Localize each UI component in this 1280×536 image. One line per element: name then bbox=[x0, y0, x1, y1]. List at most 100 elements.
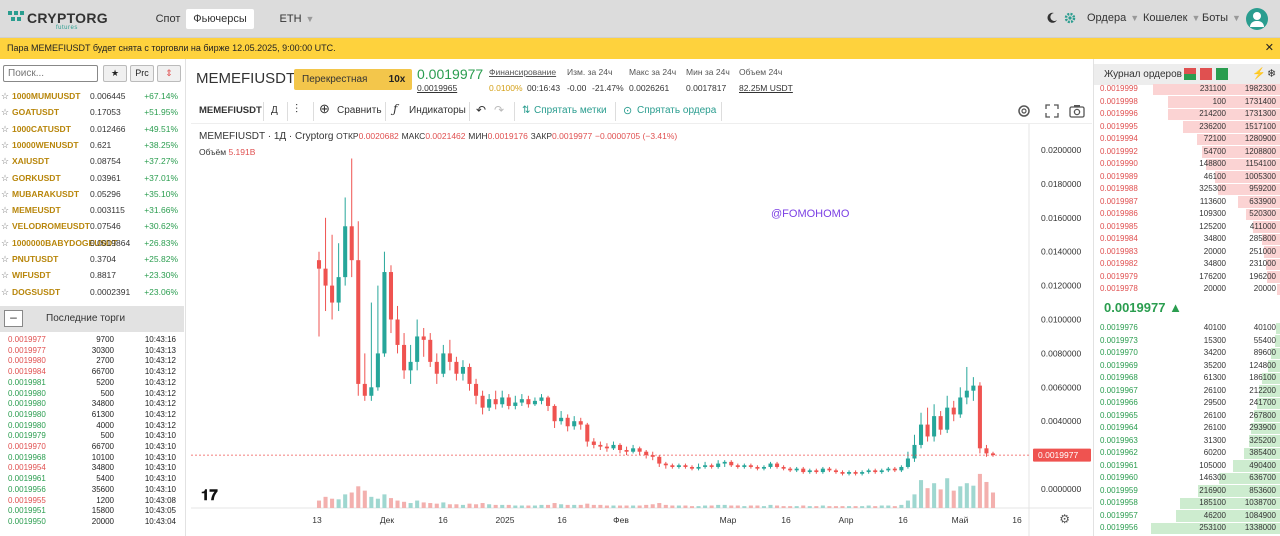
redo-icon[interactable]: ↷ bbox=[494, 103, 504, 117]
bid-row[interactable]: 0.0019966 29500 241700 bbox=[1094, 397, 1280, 410]
ask-row[interactable]: 0.0019990 148800 1154100 bbox=[1094, 158, 1280, 171]
bid-row[interactable]: 0.0019960 146300 636700 bbox=[1094, 472, 1280, 485]
ask-row[interactable]: 0.0019982 34800 231000 bbox=[1094, 258, 1280, 271]
book-sum: 411000 bbox=[1249, 221, 1276, 231]
brand-logo[interactable]: CRYPTORG futures bbox=[8, 8, 128, 31]
star-icon[interactable]: ☆ bbox=[1, 121, 9, 137]
ask-row[interactable]: 0.0019992 54700 1208800 bbox=[1094, 146, 1280, 159]
interval-button[interactable]: Д bbox=[271, 105, 278, 116]
star-icon[interactable]: ☆ bbox=[1, 104, 9, 120]
star-icon[interactable]: ☆ bbox=[1, 88, 9, 104]
nav-futures[interactable]: Фьючерсы bbox=[186, 9, 254, 29]
star-icon[interactable]: ☆ bbox=[1, 137, 9, 153]
bid-row[interactable]: 0.0019973 15300 55400 bbox=[1094, 335, 1280, 348]
close-icon[interactable]: ✕ bbox=[1265, 38, 1274, 59]
bid-row[interactable]: 0.0019976 40100 40100 bbox=[1094, 322, 1280, 335]
hide-marks-button[interactable]: Спрятать метки bbox=[534, 105, 607, 116]
ask-row[interactable]: 0.0019979 176200 196200 bbox=[1094, 271, 1280, 284]
ask-row[interactable]: 0.0019998 100 1731400 bbox=[1094, 96, 1280, 109]
candle-body bbox=[951, 407, 956, 415]
nav-orders[interactable]: Ордера ▼ bbox=[1087, 12, 1139, 24]
undo-icon[interactable]: ↶ bbox=[476, 103, 486, 117]
axis-settings-icon[interactable]: ⚙ bbox=[1059, 512, 1070, 526]
star-icon[interactable]: ☆ bbox=[1, 202, 9, 218]
market-row[interactable]: ☆ 10000WENUSDT 0.621 +38.25% bbox=[0, 137, 184, 153]
bid-row[interactable]: 0.0019965 26100 267800 bbox=[1094, 410, 1280, 423]
star-icon[interactable]: ☆ bbox=[1, 267, 9, 283]
market-row[interactable]: ☆ GOATUSDT 0.17053 +51.95% bbox=[0, 104, 184, 120]
bid-row[interactable]: 0.0019959 216900 853600 bbox=[1094, 485, 1280, 498]
compare-button[interactable]: Сравнить bbox=[337, 105, 382, 116]
camera-icon[interactable] bbox=[1069, 104, 1085, 118]
ask-row[interactable]: 0.0019996 214200 1731300 bbox=[1094, 108, 1280, 121]
ask-row[interactable]: 0.0019987 113600 633900 bbox=[1094, 196, 1280, 209]
chart-settings-icon[interactable] bbox=[1017, 104, 1031, 118]
bid-row[interactable]: 0.0019961 105000 490400 bbox=[1094, 460, 1280, 473]
bid-row[interactable]: 0.0019970 34200 89600 bbox=[1094, 347, 1280, 360]
market-row[interactable]: ☆ VELODROMEUSDT 0.07546 +30.62% bbox=[0, 218, 184, 234]
chart-canvas[interactable]: 0.0200000 0.0180000 0.0160000 0.0140000 0.01… bbox=[191, 124, 1092, 536]
book-view-toggle-icon[interactable] bbox=[1184, 68, 1228, 80]
market-row[interactable]: ☆ GORKUSDT 0.03961 +37.01% bbox=[0, 170, 184, 186]
indicators-button[interactable]: Индикаторы bbox=[409, 105, 466, 116]
ask-row[interactable]: 0.0019984 34800 285800 bbox=[1094, 233, 1280, 246]
market-row[interactable]: ☆ DOGSUSDT 0.0002391 +23.06% bbox=[0, 284, 184, 300]
market-row[interactable]: ☆ XAIUSDT 0.08754 +37.27% bbox=[0, 153, 184, 169]
candle-style-icon[interactable]: ⫶ bbox=[295, 102, 298, 117]
pair-title[interactable]: MEMEFIUSDT bbox=[196, 70, 295, 87]
bid-row[interactable]: 0.0019964 26100 293900 bbox=[1094, 422, 1280, 435]
market-row[interactable]: ☆ 1000CATUSDT 0.012466 +49.51% bbox=[0, 121, 184, 137]
nav-coin-select[interactable]: ETH ▼ bbox=[276, 9, 318, 29]
star-icon[interactable]: ☆ bbox=[1, 235, 9, 251]
leverage-button[interactable]: 10x bbox=[382, 69, 412, 90]
ask-row[interactable]: 0.0019999 231100 1982300 bbox=[1094, 83, 1280, 96]
sort-button[interactable]: ⇕ bbox=[157, 65, 181, 82]
market-row[interactable]: ☆ MUBARAKUSDT 0.05296 +35.10% bbox=[0, 186, 184, 202]
ask-row[interactable]: 0.0019995 236200 1517100 bbox=[1094, 121, 1280, 134]
bid-row[interactable]: 0.0019957 46200 1084900 bbox=[1094, 510, 1280, 523]
nav-spot[interactable]: Спот bbox=[150, 9, 186, 29]
market-row[interactable]: ☆ 1000MUMUUSDT 0.006445 +67.14% bbox=[0, 88, 184, 104]
market-row[interactable]: ☆ MEMEUSDT 0.003115 +31.66% bbox=[0, 202, 184, 218]
fullscreen-icon[interactable] bbox=[1045, 104, 1059, 118]
ask-row[interactable]: 0.0019986 109300 520300 bbox=[1094, 208, 1280, 221]
bid-row[interactable]: 0.0019958 185100 1038700 bbox=[1094, 497, 1280, 510]
tradingview-logo[interactable]: 𝟏𝟕 bbox=[201, 487, 218, 504]
favorites-filter-button[interactable]: ★ bbox=[103, 65, 127, 82]
avatar[interactable] bbox=[1246, 8, 1268, 30]
ask-row[interactable]: 0.0019983 20000 251000 bbox=[1094, 246, 1280, 259]
volume-bar bbox=[624, 505, 629, 508]
gear-icon[interactable] bbox=[1064, 12, 1076, 24]
market-row[interactable]: ☆ 1000000BABYDOGEUSDT 0.0019864 +26.83% bbox=[0, 235, 184, 251]
nav-bots[interactable]: Боты ▼ bbox=[1202, 12, 1241, 24]
ask-row[interactable]: 0.0019978 20000 20000 bbox=[1094, 283, 1280, 296]
bid-row[interactable]: 0.0019969 35200 124800 bbox=[1094, 360, 1280, 373]
star-icon[interactable]: ☆ bbox=[1, 251, 9, 267]
market-row[interactable]: ☆ WIFUSDT 0.8817 +23.30% bbox=[0, 267, 184, 283]
bid-row[interactable]: 0.0019956 253100 1338000 bbox=[1094, 522, 1280, 535]
bid-row[interactable]: 0.0019963 31300 325200 bbox=[1094, 435, 1280, 448]
moon-icon[interactable] bbox=[1046, 12, 1058, 24]
bid-row[interactable]: 0.0019962 60200 385400 bbox=[1094, 447, 1280, 460]
ask-row[interactable]: 0.0019989 46100 1005300 bbox=[1094, 171, 1280, 184]
star-icon[interactable]: ☆ bbox=[1, 218, 9, 234]
hide-orders-button[interactable]: Спрятать ордера bbox=[637, 105, 716, 116]
star-icon[interactable]: ☆ bbox=[1, 170, 9, 186]
star-icon[interactable]: ☆ bbox=[1, 284, 9, 300]
star-icon[interactable]: ☆ bbox=[1, 153, 9, 169]
symbol-search-button[interactable]: MEMEFIUSDT bbox=[199, 105, 262, 116]
price-filter-button[interactable]: Prc bbox=[130, 65, 154, 82]
ask-row[interactable]: 0.0019988 325300 959200 bbox=[1094, 183, 1280, 196]
nav-wallet[interactable]: Кошелек ▼ bbox=[1143, 12, 1200, 24]
bid-row[interactable]: 0.0019968 61300 186100 bbox=[1094, 372, 1280, 385]
collapse-button[interactable]: – bbox=[4, 310, 23, 327]
ask-row[interactable]: 0.0019985 125200 411000 bbox=[1094, 221, 1280, 234]
price-chart[interactable]: 0.0200000 0.0180000 0.0160000 0.0140000 0.01… bbox=[191, 124, 1092, 536]
star-icon[interactable]: ☆ bbox=[1, 186, 9, 202]
search-input[interactable] bbox=[3, 65, 98, 82]
snowflake-icon[interactable]: ❄ bbox=[1267, 67, 1276, 80]
market-row[interactable]: ☆ PNUTUSDT 0.3704 +25.82% bbox=[0, 251, 184, 267]
ask-row[interactable]: 0.0019994 72100 1280900 bbox=[1094, 133, 1280, 146]
bid-row[interactable]: 0.0019967 26100 212200 bbox=[1094, 385, 1280, 398]
lightning-icon[interactable]: ⚡ bbox=[1252, 67, 1266, 80]
